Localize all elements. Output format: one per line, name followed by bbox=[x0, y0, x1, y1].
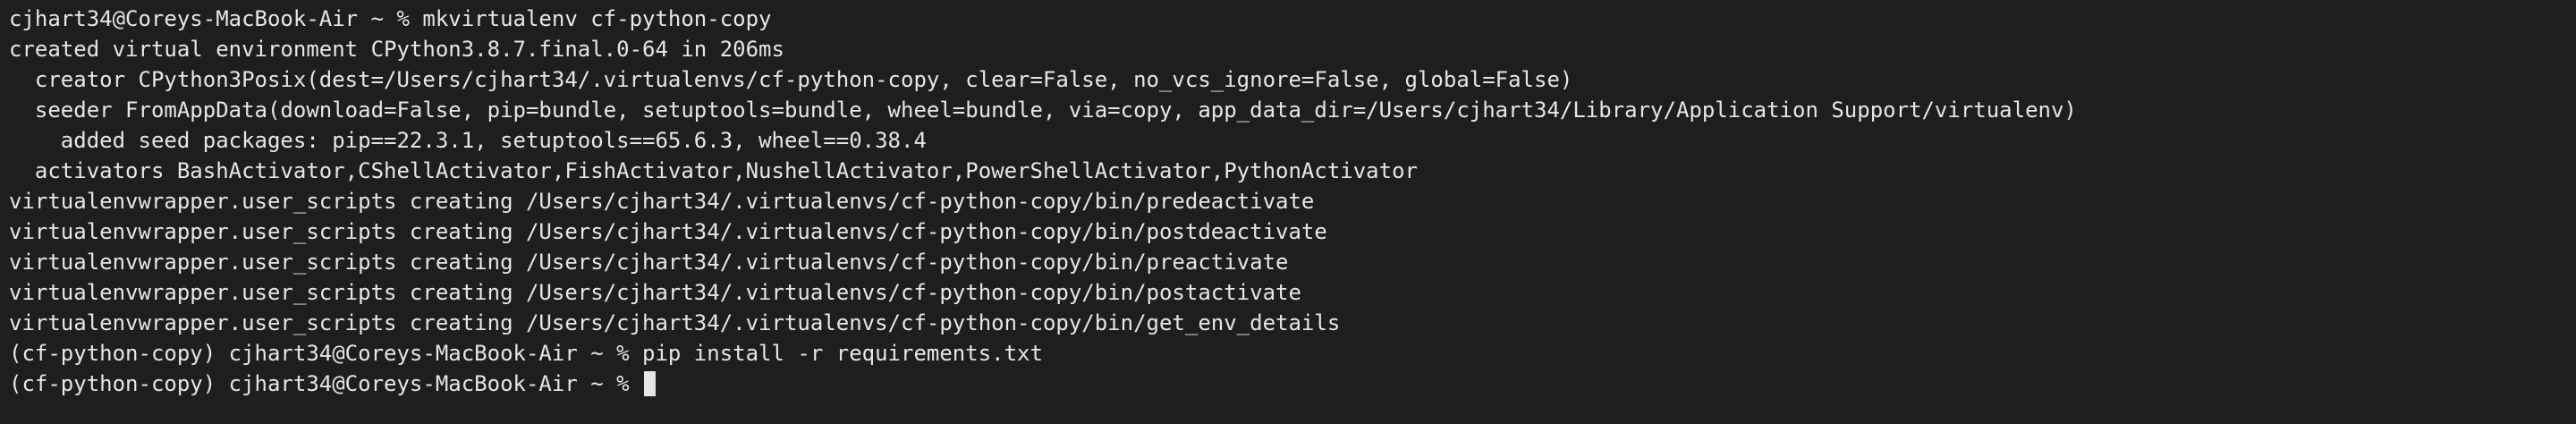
terminal-line: virtualenvwrapper.user_scripts creating … bbox=[9, 280, 1301, 305]
terminal-line: created virtual environment CPython3.8.7… bbox=[9, 37, 784, 62]
terminal-line: cjhart34@Coreys-MacBook-Air ~ % mkvirtua… bbox=[9, 6, 772, 31]
terminal-line: virtualenvwrapper.user_scripts creating … bbox=[9, 189, 1315, 214]
terminal-line: added seed packages: pip==22.3.1, setupt… bbox=[9, 128, 927, 153]
terminal-line: creator CPython3Posix(dest=/Users/cjhart… bbox=[9, 67, 1573, 92]
terminal-line: virtualenvwrapper.user_scripts creating … bbox=[9, 250, 1289, 275]
terminal-line: activators BashActivator,CShellActivator… bbox=[9, 158, 1418, 183]
terminal-prompt-line[interactable]: (cf-python-copy) cjhart34@Coreys-MacBook… bbox=[9, 369, 2567, 399]
terminal-line: seeder FromAppData(download=False, pip=b… bbox=[9, 98, 2077, 123]
terminal-window[interactable]: cjhart34@Coreys-MacBook-Air ~ % mkvirtua… bbox=[0, 0, 2576, 424]
terminal-line: virtualenvwrapper.user_scripts creating … bbox=[9, 219, 1327, 244]
text-cursor bbox=[644, 371, 657, 396]
shell-prompt: (cf-python-copy) cjhart34@Coreys-MacBook… bbox=[9, 371, 643, 396]
terminal-line: (cf-python-copy) cjhart34@Coreys-MacBook… bbox=[9, 341, 1043, 366]
terminal-line: virtualenvwrapper.user_scripts creating … bbox=[9, 310, 1341, 335]
